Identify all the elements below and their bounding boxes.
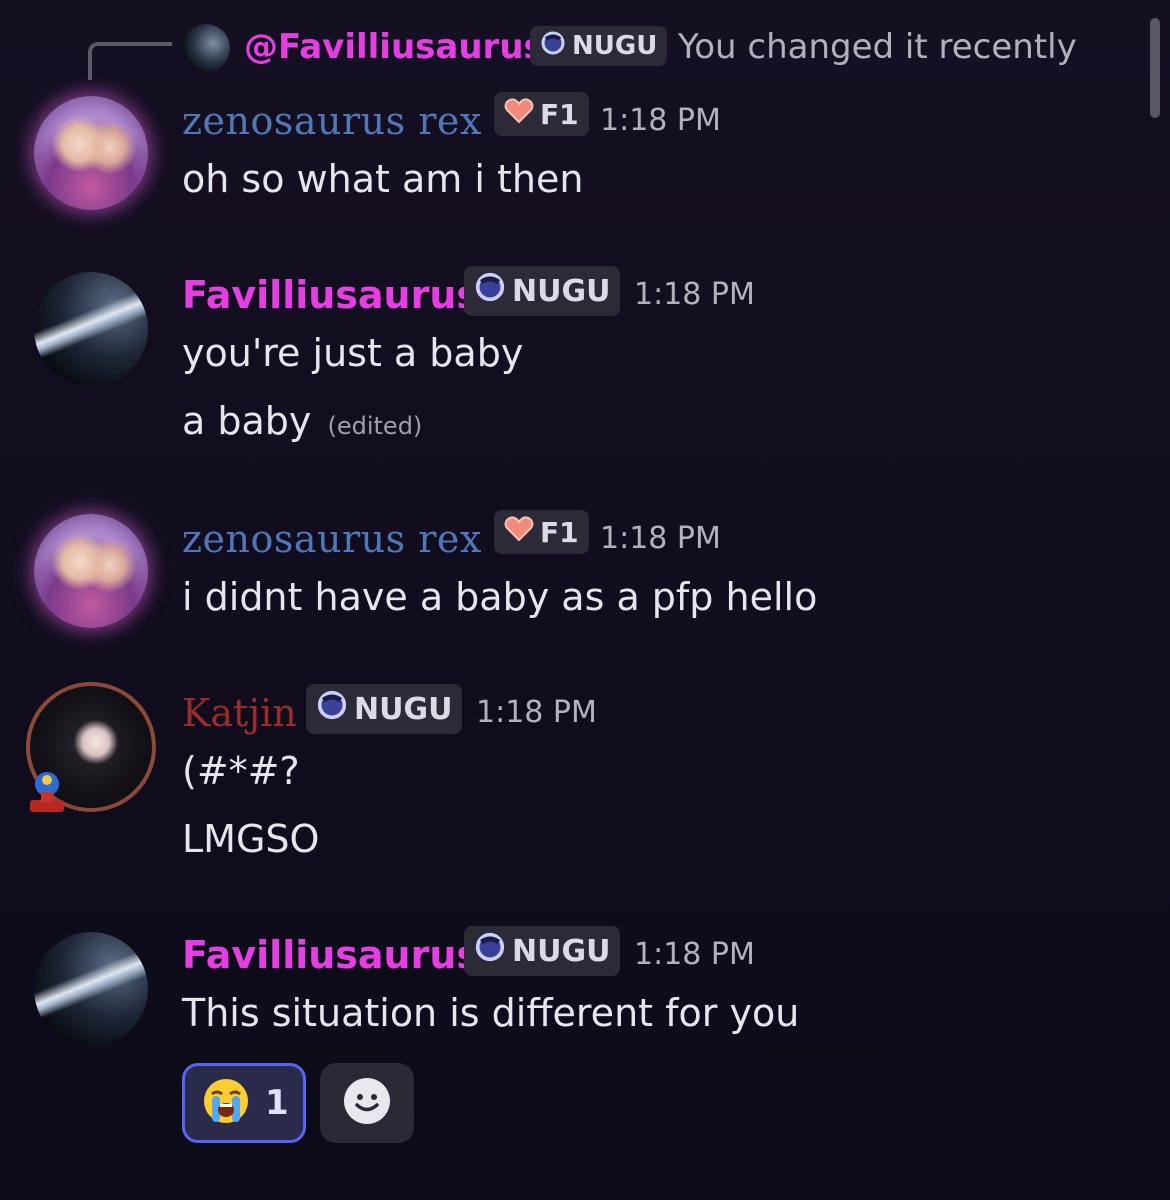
message-text: i didnt have a baby as a pfp hello bbox=[182, 575, 818, 619]
role-badge: NUGU bbox=[464, 926, 621, 976]
heart-icon bbox=[504, 515, 534, 549]
reply-badge: NUGU bbox=[530, 26, 668, 66]
avatar[interactable] bbox=[34, 272, 148, 386]
reply-text: You changed it recently bbox=[678, 27, 1077, 67]
avatar[interactable] bbox=[34, 932, 148, 1046]
loudly-crying-face-icon bbox=[201, 1076, 251, 1130]
timestamp: 1:18 PM bbox=[600, 103, 721, 138]
message-text: LMGSO bbox=[182, 817, 320, 861]
edited-label: (edited) bbox=[327, 412, 423, 440]
reply-badge-label: NUGU bbox=[572, 31, 658, 61]
role-badge-label: NUGU bbox=[354, 691, 453, 727]
avatar[interactable] bbox=[34, 96, 148, 210]
author-name[interactable]: Favilliusaurus bbox=[182, 930, 479, 980]
message-text: a baby (edited) bbox=[182, 396, 422, 451]
author-name[interactable]: Katjin bbox=[182, 688, 297, 738]
reaction-count: 1 bbox=[265, 1083, 289, 1123]
timestamp: 1:18 PM bbox=[634, 937, 755, 972]
role-badge-label: NUGU bbox=[512, 273, 611, 309]
timestamp: 1:18 PM bbox=[600, 521, 721, 556]
reply-avatar bbox=[182, 24, 230, 72]
avatar[interactable] bbox=[34, 514, 148, 628]
message-text: oh so what am i then bbox=[182, 157, 584, 201]
role-badge: F1 bbox=[494, 92, 589, 136]
role-badge-label: F1 bbox=[540, 515, 579, 549]
add-reaction-button[interactable] bbox=[319, 1063, 414, 1143]
moon-ring-icon bbox=[474, 931, 506, 971]
message-text: This situation is different for you bbox=[182, 991, 800, 1035]
timestamp: 1:18 PM bbox=[476, 695, 597, 730]
smiley-face-icon bbox=[342, 1076, 392, 1130]
trophy-icon bbox=[22, 762, 72, 816]
moon-ring-icon bbox=[316, 689, 348, 729]
author-name[interactable]: Favilliusaurus bbox=[182, 270, 479, 320]
message-text-content: a baby bbox=[182, 399, 312, 443]
role-badge: NUGU bbox=[464, 266, 621, 316]
reply-spine bbox=[88, 42, 172, 80]
reaction-crying[interactable]: 1 bbox=[182, 1063, 306, 1143]
role-badge-label: NUGU bbox=[512, 933, 611, 969]
role-badge-label: F1 bbox=[540, 97, 579, 131]
moon-ring-icon bbox=[540, 30, 566, 63]
author-name[interactable]: zenosaurus rex bbox=[182, 96, 482, 146]
timestamp: 1:18 PM bbox=[634, 277, 755, 312]
scrollbar[interactable] bbox=[1150, 18, 1160, 118]
author-name[interactable]: zenosaurus rex bbox=[182, 514, 482, 564]
role-badge: F1 bbox=[494, 510, 589, 554]
reply-reference[interactable]: @Favilliusaurus NUGU You changed it rece… bbox=[0, 22, 1140, 80]
message-text: (#*#? bbox=[182, 749, 300, 793]
reaction-bar: 1 bbox=[182, 1063, 414, 1143]
reply-author[interactable]: @Favilliusaurus bbox=[244, 24, 544, 70]
message-text: you're just a baby bbox=[182, 331, 524, 375]
role-badge: NUGU bbox=[306, 684, 463, 734]
heart-icon bbox=[504, 97, 534, 131]
moon-ring-icon bbox=[474, 271, 506, 311]
